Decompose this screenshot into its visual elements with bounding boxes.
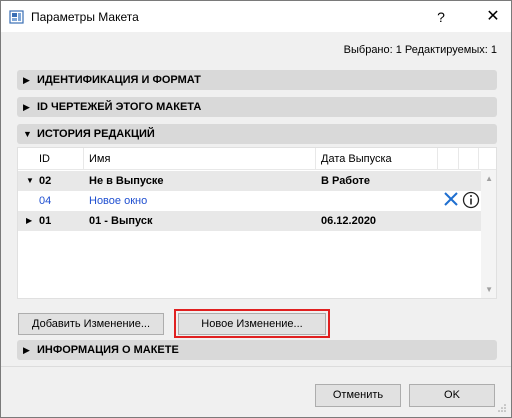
column-header-id[interactable]: ID [34, 148, 84, 170]
row-date: В Работе [321, 175, 371, 187]
selection-status: Выбрано: 1 Редактируемых: 1 [343, 44, 497, 56]
scroll-down-icon[interactable]: ▼ [485, 285, 493, 294]
chevron-down-icon: ▼ [26, 176, 34, 185]
column-header-name[interactable]: Имя [84, 148, 316, 170]
table-row[interactable]: 04 Новое окно [18, 191, 481, 211]
row-id: 04 [39, 195, 52, 207]
table-row[interactable]: ▼ 02 Не в Выпуске В Работе [18, 171, 481, 191]
chevron-right-icon: ▶ [23, 345, 30, 355]
section-layout-info[interactable]: ▶ ИНФОРМАЦИЯ О МАКЕТЕ [17, 340, 497, 360]
layout-settings-dialog: Параметры Макета ? ✕ Выбрано: 1 Редактир… [0, 0, 512, 418]
window-title: Параметры Макета [31, 10, 139, 24]
row-name: Не в Выпуске [89, 175, 164, 187]
section-drawing-ids[interactable]: ▶ ID ЧЕРТЕЖЕЙ ЭТОГО МАКЕТА [17, 97, 497, 117]
title-bar: Параметры Макета ? ✕ [1, 1, 511, 32]
scroll-up-icon[interactable]: ▲ [485, 174, 493, 183]
chevron-down-icon: ▼ [23, 129, 32, 139]
new-change-button[interactable]: Новое Изменение... [178, 313, 326, 335]
layout-icon [9, 10, 24, 24]
row-id: 01 [39, 215, 52, 227]
section-identification[interactable]: ▶ ИДЕНТИФИКАЦИЯ И ФОРМАТ [17, 70, 497, 90]
info-icon[interactable] [462, 191, 480, 209]
close-button[interactable]: ✕ [478, 4, 508, 30]
column-header-date[interactable]: Дата Выпуска [316, 148, 438, 170]
help-button[interactable]: ? [426, 4, 456, 30]
section-label: ID ЧЕРТЕЖЕЙ ЭТОГО МАКЕТА [37, 101, 202, 113]
section-label: ИНФОРМАЦИЯ О МАКЕТЕ [37, 344, 179, 356]
cancel-button[interactable]: Отменить [315, 384, 401, 407]
row-date: 06.12.2020 [321, 215, 377, 227]
section-revision-history[interactable]: ▼ ИСТОРИЯ РЕДАКЦИЙ [17, 124, 497, 144]
row-name: Новое окно [89, 195, 148, 207]
add-change-button[interactable]: Добавить Изменение... [18, 313, 164, 335]
column-header-extra [438, 148, 459, 170]
row-id: 02 [39, 175, 52, 187]
chevron-right-icon: ▶ [23, 75, 30, 85]
resize-grip-icon[interactable] [497, 403, 507, 413]
table-header: ID Имя Дата Выпуска [18, 148, 496, 170]
row-name: 01 - Выпуск [89, 215, 153, 227]
revision-table: ID Имя Дата Выпуска ▼ 02 Не в Выпуске В … [17, 147, 497, 299]
section-label: ИСТОРИЯ РЕДАКЦИЙ [37, 128, 155, 140]
column-header-extra [459, 148, 479, 170]
ok-button[interactable]: OK [409, 384, 495, 407]
section-label: ИДЕНТИФИКАЦИЯ И ФОРМАТ [37, 74, 201, 86]
vertical-scrollbar[interactable] [481, 170, 496, 298]
table-row[interactable]: ▶ 01 01 - Выпуск 06.12.2020 [18, 211, 481, 231]
chevron-right-icon: ▶ [26, 216, 33, 225]
x-icon[interactable] [443, 191, 459, 207]
footer-divider [1, 366, 511, 367]
chevron-right-icon: ▶ [23, 102, 30, 112]
